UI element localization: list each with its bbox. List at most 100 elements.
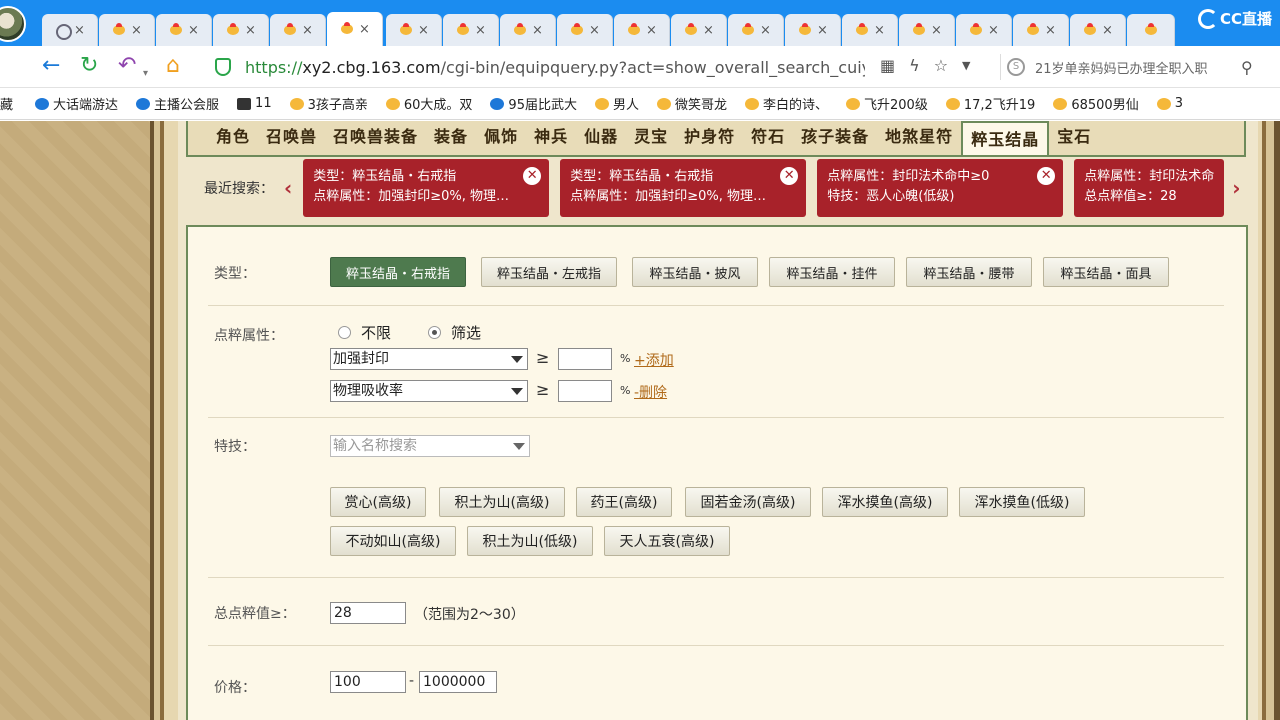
tab-close-icon[interactable]: ×	[302, 23, 313, 38]
back-arrow-icon[interactable]: ←	[42, 54, 60, 78]
bookmark-item[interactable]: 大话端游达	[35, 94, 118, 113]
recent-search-chip[interactable]: 类型：粹玉结晶・右戒指 点粹属性：加强封印≥0%, 物理… ✕	[560, 159, 807, 217]
home-icon[interactable]: ⌂	[166, 54, 180, 78]
price-max-input[interactable]: 1000000	[419, 671, 497, 693]
browser-tab[interactable]: ×	[270, 14, 326, 46]
category-tab[interactable]: 地煞星符	[877, 121, 961, 156]
bookmark-item[interactable]: 3孩子高亲	[289, 94, 368, 113]
bookmark-item[interactable]: 主播公会服	[136, 94, 219, 113]
price-min-input[interactable]: 100	[330, 671, 406, 693]
undo-dropdown-icon[interactable]: ▾	[143, 62, 148, 86]
star-icon[interactable]: ☆	[934, 56, 948, 75]
browser-tab[interactable]: ×	[671, 14, 727, 46]
user-avatar[interactable]	[0, 6, 26, 42]
tab-close-icon[interactable]: ×	[245, 23, 256, 38]
bookmark-item[interactable]: 11	[237, 96, 272, 111]
category-tab[interactable]: 角色	[208, 121, 258, 156]
tab-close-icon[interactable]: ×	[931, 23, 942, 38]
tab-close-icon[interactable]: ×	[1045, 23, 1056, 38]
tab-close-icon[interactable]: ×	[646, 23, 657, 38]
url-field[interactable]: https://xy2.cbg.163.com/cgi-bin/equipque…	[205, 52, 985, 82]
attr-select-1[interactable]: 加强封印	[330, 348, 528, 370]
radio-filter-dot[interactable]	[428, 326, 441, 339]
type-button[interactable]: 粹玉结晶・右戒指	[330, 257, 466, 287]
bookmark-item[interactable]: 微笑哥龙	[656, 94, 727, 113]
recent-search-chip[interactable]: 点粹属性：封印法术命 总点粹值≥：28	[1074, 159, 1225, 217]
type-button[interactable]: 粹玉结晶・腰带	[906, 257, 1032, 287]
browser-tab[interactable]: ×	[1013, 14, 1069, 46]
attr-value-2-input[interactable]	[558, 380, 612, 402]
skill-button[interactable]: 固若金汤(高级)	[685, 487, 811, 517]
browser-tab[interactable]: ×	[956, 14, 1012, 46]
skill-button[interactable]: 天人五衰(高级)	[604, 526, 730, 556]
browser-tab[interactable]: ×	[327, 12, 383, 46]
tab-close-icon[interactable]: ×	[817, 23, 828, 38]
type-button[interactable]: 粹玉结晶・挂件	[769, 257, 895, 287]
category-tab[interactable]: 召唤兽装备	[325, 121, 426, 156]
category-tab[interactable]: 召唤兽	[258, 121, 325, 156]
browser-tab[interactable]: ×	[1070, 14, 1126, 46]
browser-tab[interactable]	[1127, 14, 1175, 46]
type-button[interactable]: 粹玉结晶・面具	[1043, 257, 1169, 287]
chevron-down-icon[interactable]: ▼	[962, 56, 970, 75]
browser-tab[interactable]: ×	[443, 14, 499, 46]
tab-close-icon[interactable]: ×	[988, 23, 999, 38]
recent-search-chip[interactable]: 点粹属性：封印法术命中≥0 特技：恶人心魄(低级) ✕	[817, 159, 1064, 217]
skill-button[interactable]: 不动如山(高级)	[330, 526, 456, 556]
tab-close-icon[interactable]: ×	[532, 23, 543, 38]
tab-close-icon[interactable]: ×	[475, 23, 486, 38]
browser-tab[interactable]: ×	[500, 14, 556, 46]
category-tab[interactable]: 佩饰	[476, 121, 526, 156]
browser-tab[interactable]: ×	[99, 14, 155, 46]
skill-search-input[interactable]: 输入名称搜索	[330, 435, 530, 457]
skill-button[interactable]: 积土为山(低级)	[467, 526, 593, 556]
tab-close-icon[interactable]: ×	[589, 23, 600, 38]
bookmark-item[interactable]: 68500男仙	[1053, 94, 1139, 113]
skill-button[interactable]: 浑水摸鱼(低级)	[959, 487, 1085, 517]
category-tab[interactable]: 装备	[426, 121, 476, 156]
bookmark-item[interactable]: 藏	[0, 94, 13, 113]
attr-select-2[interactable]: 物理吸收率	[330, 380, 528, 402]
tab-close-icon[interactable]: ×	[418, 23, 429, 38]
skill-button[interactable]: 浑水摸鱼(高级)	[822, 487, 948, 517]
attr-value-1-input[interactable]	[558, 348, 612, 370]
close-icon[interactable]: ✕	[523, 167, 542, 185]
browser-tab[interactable]: ×	[728, 14, 784, 46]
radio-filter[interactable]: 筛选	[428, 322, 481, 343]
category-tab[interactable]: 灵宝	[626, 121, 676, 156]
browser-tab[interactable]: ×	[842, 14, 898, 46]
bookmark-item[interactable]: 95届比武大	[490, 94, 577, 113]
total-value-input[interactable]: 28	[330, 602, 406, 624]
browser-tab[interactable]: ×	[386, 14, 442, 46]
category-tab[interactable]: 孩子装备	[793, 121, 877, 156]
browser-tab[interactable]: ×	[213, 14, 269, 46]
bookmark-item[interactable]: 李白的诗、	[745, 94, 828, 113]
tab-close-icon[interactable]: ×	[74, 23, 85, 38]
tab-close-icon[interactable]: ×	[703, 23, 714, 38]
tab-close-icon[interactable]: ×	[1102, 23, 1113, 38]
search-icon[interactable]: ⚲	[1241, 58, 1253, 77]
tab-close-icon[interactable]: ×	[874, 23, 885, 38]
search-box[interactable]: S 21岁单亲妈妈已办理全职入职 ⚲	[1000, 54, 1260, 80]
type-button[interactable]: 粹玉结晶・左戒指	[481, 257, 617, 287]
category-tab[interactable]: 神兵	[526, 121, 576, 156]
undo-icon[interactable]: ↶	[118, 54, 136, 78]
add-attr-link[interactable]: +添加	[634, 350, 674, 370]
search-suggestion[interactable]: 21岁单亲妈妈已办理全职入职	[1035, 58, 1235, 77]
close-icon[interactable]: ✕	[780, 167, 799, 185]
bookmark-item[interactable]: 男人	[594, 94, 639, 113]
grid-icon[interactable]: ▦	[880, 56, 895, 75]
skill-button[interactable]: 药王(高级)	[576, 487, 672, 517]
bookmark-item[interactable]: 60大成。双	[385, 94, 472, 113]
browser-tab[interactable]: ×	[785, 14, 841, 46]
recent-search-chip[interactable]: 类型：粹玉结晶・右戒指 点粹属性：加强封印≥0%, 物理… ✕	[303, 159, 550, 217]
refresh-icon[interactable]: ↻	[80, 54, 98, 78]
category-tab[interactable]: 符石	[743, 121, 793, 156]
browser-tab[interactable]: ×	[42, 14, 98, 46]
category-tab[interactable]: 护身符	[676, 121, 743, 156]
delete-attr-link[interactable]: -删除	[634, 382, 667, 402]
tab-close-icon[interactable]: ×	[760, 23, 771, 38]
url-text[interactable]: https://xy2.cbg.163.com/cgi-bin/equipque…	[245, 58, 865, 77]
bookmark-item[interactable]: 17,2飞升19	[945, 94, 1035, 113]
tab-close-icon[interactable]: ×	[188, 23, 199, 38]
